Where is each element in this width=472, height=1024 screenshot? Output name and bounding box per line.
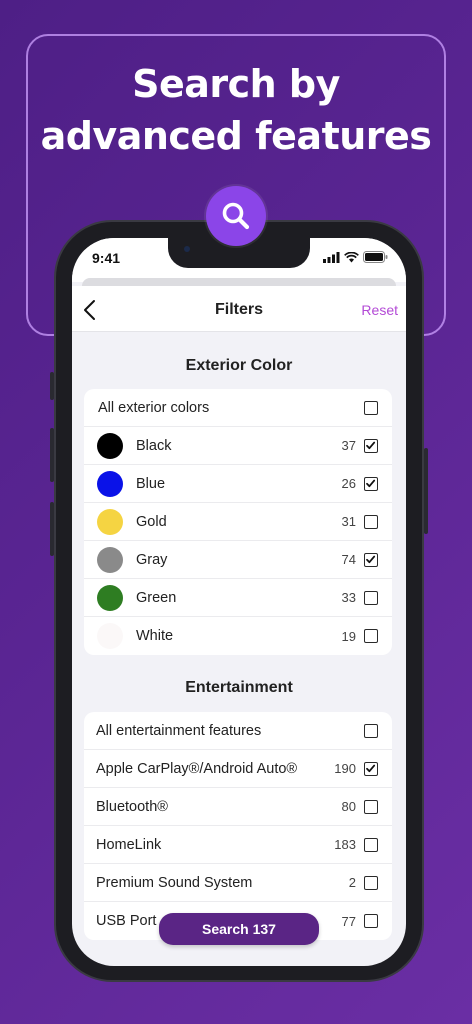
phone-volume-up [50, 428, 54, 482]
filter-option-label: Black [136, 437, 172, 454]
exterior-color-row-black[interactable]: Black 37 [84, 427, 392, 465]
nav-title: Filters [214, 301, 263, 318]
color-swatch [97, 623, 123, 649]
exterior-color-row-blue[interactable]: Blue 26 [84, 465, 392, 503]
checkmark-icon [366, 764, 376, 773]
filter-option-label: Bluetooth® [96, 798, 168, 815]
filter-option-count: 37 [341, 438, 356, 453]
filter-option-count: 33 [341, 590, 356, 605]
phone-mute-switch [50, 372, 54, 400]
filter-option-label: HomeLink [96, 836, 162, 853]
entertainment-row[interactable]: Premium Sound System 2 [84, 864, 392, 902]
entertainment-all-row[interactable]: All entertainment features [84, 712, 392, 750]
exterior-color-row-gray[interactable]: Gray 74 [84, 541, 392, 579]
exterior-color-checkbox-gray[interactable] [364, 553, 378, 567]
hero-title-line1: Search by [132, 62, 340, 106]
entertainment-list: All entertainment features Apple CarPlay®… [84, 712, 392, 940]
status-icons [323, 251, 388, 263]
filter-option-count: 183 [334, 837, 356, 852]
filter-option-label: Apple CarPlay®/Android Auto® [96, 760, 298, 777]
filter-option-count: 31 [341, 514, 356, 529]
filter-option-label: Green [136, 589, 177, 606]
entertainment-checkbox[interactable] [364, 762, 378, 776]
camera-lens [184, 246, 190, 252]
filter-option-label: Blue [136, 475, 166, 492]
exterior-color-checkbox-black[interactable] [364, 439, 378, 453]
color-swatch [97, 471, 123, 497]
hero-title: Search by advanced features [0, 58, 472, 162]
exterior-color-row-gold[interactable]: Gold 31 [84, 503, 392, 541]
search-button[interactable]: Search 137 [159, 913, 319, 945]
entertainment-checkbox[interactable] [364, 838, 378, 852]
exterior-color-title: Exterior Color [185, 357, 293, 374]
reset-button[interactable]: Reset [361, 302, 398, 318]
filter-option-count: 77 [341, 913, 356, 929]
filter-option-label: White [136, 628, 174, 644]
exterior-color-checkbox-green[interactable] [364, 591, 378, 605]
filter-option-count: 19 [341, 628, 356, 644]
exterior-color-checkbox-blue[interactable] [364, 477, 378, 491]
entertainment-all-checkbox[interactable] [364, 724, 378, 738]
filter-option-count: 74 [341, 552, 356, 567]
exterior-color-row-white[interactable]: White 19 [84, 617, 392, 655]
battery-icon [363, 251, 388, 263]
phone-screen: 9:41 Filters Reset Exterior Color All ex… [72, 238, 406, 966]
filter-option-count: 190 [334, 761, 356, 776]
entertainment-checkbox[interactable] [364, 914, 378, 928]
checkmark-icon [366, 441, 376, 450]
color-swatch [97, 547, 123, 573]
exterior-color-checkbox-gold[interactable] [364, 515, 378, 529]
search-icon [222, 202, 250, 230]
filter-option-label: All exterior colors [98, 399, 210, 416]
entertainment-title: Entertainment [185, 679, 293, 696]
filter-option-count: 80 [341, 799, 356, 814]
exterior-color-row-green[interactable]: Green 33 [84, 579, 392, 617]
color-swatch [97, 433, 123, 459]
back-button[interactable] [80, 298, 102, 322]
filter-option-label: USB Port [96, 913, 157, 929]
nav-bar: Filters Reset [72, 286, 406, 332]
exterior-all-row[interactable]: All exterior colors [84, 389, 392, 427]
filter-option-count: 2 [348, 875, 356, 890]
exterior-color-checkbox-white[interactable] [364, 629, 378, 643]
status-time: 9:41 [92, 250, 121, 266]
filter-option-label: All entertainment features [96, 722, 262, 739]
exterior-all-checkbox[interactable] [364, 401, 378, 415]
phone-power-button [424, 448, 428, 534]
checkmark-icon [366, 555, 376, 564]
filter-option-label: Gray [136, 551, 168, 568]
filter-option-label: Gold [136, 513, 167, 530]
entertainment-checkbox[interactable] [364, 876, 378, 890]
entertainment-row[interactable]: Apple CarPlay®/Android Auto® 190 [84, 750, 392, 788]
checkmark-icon [366, 479, 376, 488]
search-badge [206, 186, 266, 246]
entertainment-row[interactable]: Bluetooth® 80 [84, 788, 392, 826]
color-swatch [97, 585, 123, 611]
phone-volume-down [50, 502, 54, 556]
entertainment-row[interactable]: HomeLink 183 [84, 826, 392, 864]
wifi-icon [344, 251, 359, 262]
hero-title-line2: advanced features [40, 114, 432, 158]
filter-option-count: 26 [341, 476, 356, 491]
exterior-color-list: All exterior colors Black 37 Blue 26 Gold 31 Gr… [84, 389, 392, 655]
entertainment-checkbox[interactable] [364, 800, 378, 814]
signal-icon [323, 251, 340, 263]
chevron-left-icon [84, 300, 95, 320]
color-swatch [97, 509, 123, 535]
filter-option-label: Premium Sound System [96, 874, 253, 891]
